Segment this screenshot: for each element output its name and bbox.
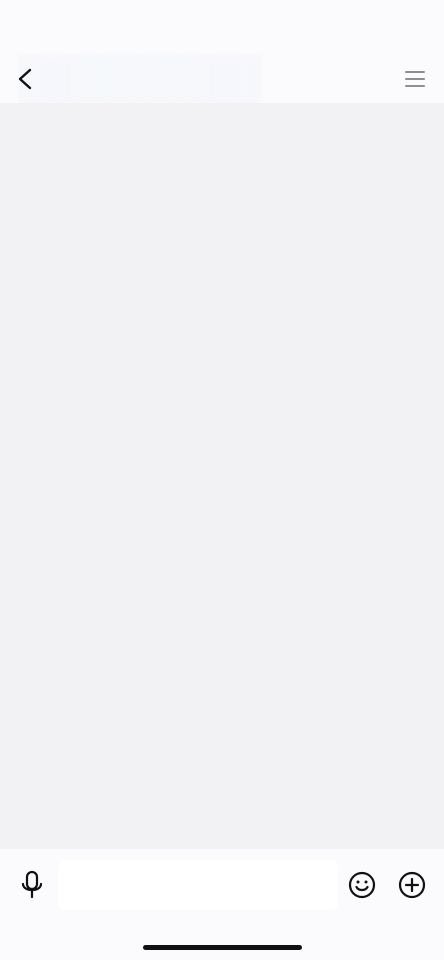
plus-circle-icon (397, 870, 427, 900)
home-indicator (143, 945, 302, 950)
blurred-title-area (20, 56, 260, 103)
chat-screen (0, 0, 444, 960)
message-composer-bar (0, 849, 444, 960)
microphone-icon (17, 869, 47, 901)
chevron-left-icon (10, 64, 40, 94)
message-input[interactable] (58, 860, 338, 910)
chat-message-area[interactable] (0, 103, 444, 849)
status-bar (0, 0, 444, 56)
smiley-face-icon (347, 870, 377, 900)
add-attachment-button[interactable] (397, 870, 427, 900)
hamburger-menu-icon (403, 68, 427, 90)
voice-input-button[interactable] (17, 869, 47, 901)
back-button[interactable] (10, 64, 40, 94)
emoji-button[interactable] (347, 870, 377, 900)
menu-button[interactable] (400, 64, 430, 94)
navigation-bar (0, 56, 444, 103)
